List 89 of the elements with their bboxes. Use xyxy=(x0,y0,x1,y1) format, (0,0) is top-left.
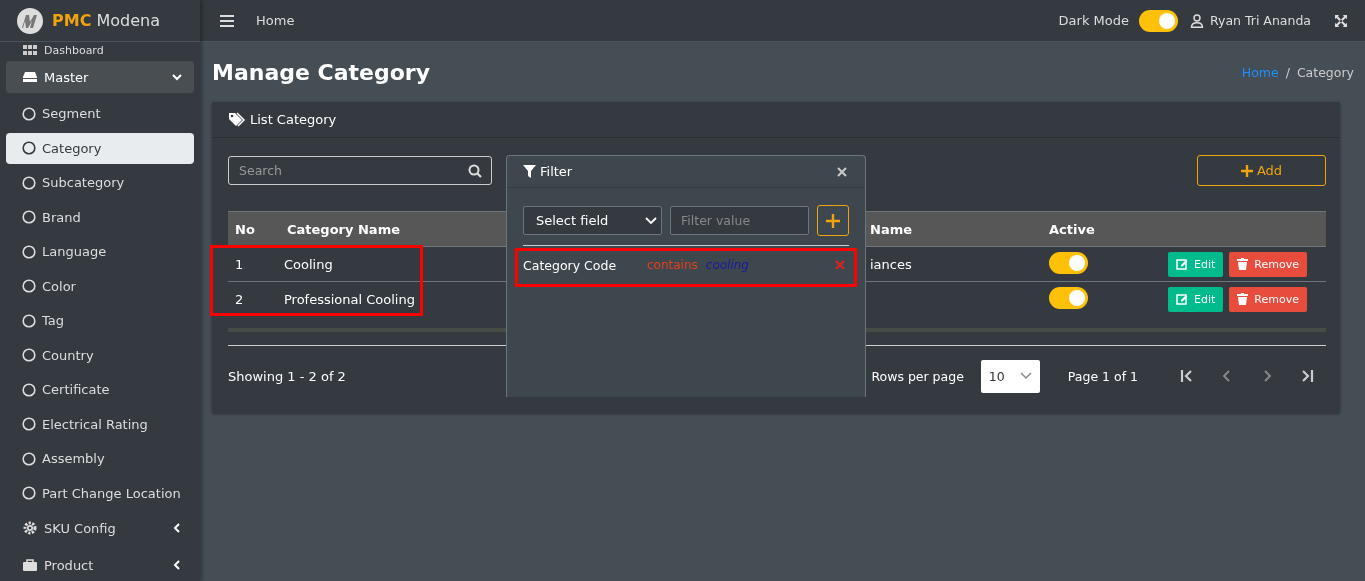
chevron-left-icon xyxy=(172,523,182,533)
nav-item[interactable]: Brand xyxy=(6,201,194,233)
nav-item[interactable]: Language xyxy=(6,236,194,267)
circle-icon xyxy=(22,175,36,190)
circle-icon xyxy=(22,451,36,466)
first-page-icon[interactable] xyxy=(1180,369,1194,383)
chevron-down-icon xyxy=(1019,372,1032,380)
nav-item[interactable]: Master xyxy=(6,61,194,93)
add-filter-button[interactable] xyxy=(817,205,849,236)
filter-icon xyxy=(523,165,536,178)
briefcase-icon xyxy=(22,557,38,573)
plus-icon xyxy=(1240,164,1253,177)
nav-item[interactable]: Tag xyxy=(6,305,194,336)
circle-icon xyxy=(22,486,36,500)
nav-item[interactable]: Part Change Location xyxy=(6,477,194,509)
trash-icon xyxy=(1237,258,1249,270)
table-cell-text: 2 xyxy=(234,291,245,307)
circle-icon xyxy=(22,417,36,431)
chevron-down-icon xyxy=(645,216,657,225)
rows-per-page-label: Rows per page xyxy=(871,368,964,384)
rows-per-page-select[interactable]: 10 xyxy=(980,359,1040,393)
page-title: Manage Category xyxy=(212,59,431,85)
brand-name: Modena xyxy=(96,11,160,30)
table-cell-text: Professional Cooling xyxy=(283,291,416,307)
toggle-switch[interactable] xyxy=(1049,286,1088,309)
drive-icon xyxy=(22,69,38,85)
close-icon[interactable] xyxy=(837,166,847,177)
table-cell-text: Cooling xyxy=(283,256,334,272)
nav-item[interactable]: Certificate xyxy=(6,374,194,405)
edit-icon xyxy=(1176,293,1188,305)
chevron-left-icon xyxy=(172,560,182,570)
menu-icon[interactable] xyxy=(220,14,234,27)
filter-value: cooling xyxy=(705,258,749,272)
home-link[interactable]: Home xyxy=(256,13,295,28)
field-select[interactable]: Select field xyxy=(523,206,662,235)
circle-icon xyxy=(22,313,36,328)
card-title: List Category xyxy=(250,112,337,127)
remove-button[interactable]: Remove xyxy=(1229,286,1307,312)
page-info: Page 1 of 1 xyxy=(1067,368,1138,384)
table-cell-text: iances xyxy=(870,256,913,272)
toggle-switch[interactable] xyxy=(1049,251,1088,274)
filter-field: Category Code xyxy=(523,257,647,273)
user-icon xyxy=(1190,13,1204,28)
nav-item[interactable]: Segment xyxy=(6,98,194,129)
trash-icon xyxy=(1237,293,1249,305)
nav-item[interactable]: SKU Config xyxy=(6,512,194,544)
circle-icon xyxy=(22,279,36,293)
dark-mode-label: Dark Mode xyxy=(1058,13,1129,28)
nav-item[interactable]: Dashboard xyxy=(6,42,194,58)
circle-icon xyxy=(22,210,36,224)
column-header: Category Name xyxy=(286,221,401,237)
circle-icon xyxy=(22,348,36,362)
gear-icon xyxy=(22,520,38,536)
breadcrumb-separator: / xyxy=(1285,64,1290,80)
edit-icon xyxy=(1176,258,1188,270)
column-header: Active xyxy=(1048,221,1096,237)
filter-title: Filter xyxy=(540,164,573,179)
remove-button[interactable]: Remove xyxy=(1229,251,1307,277)
filter-operator: contains xyxy=(647,258,698,272)
plus-icon xyxy=(826,213,840,228)
brand-name: PMC xyxy=(52,11,92,30)
last-page-icon[interactable] xyxy=(1300,369,1314,383)
toggle-switch[interactable] xyxy=(1139,9,1178,32)
grid-icon xyxy=(22,42,38,58)
nav-item[interactable]: Product xyxy=(6,549,194,581)
nav-item[interactable]: Subcategory xyxy=(6,167,194,198)
filter-value-field[interactable]: Filter value xyxy=(670,206,809,235)
nav-item[interactable]: Electrical Rating xyxy=(6,408,194,440)
fullscreen-icon[interactable] xyxy=(1335,14,1347,27)
logo-icon xyxy=(16,6,44,35)
tags-icon xyxy=(228,111,246,128)
showing-count: Showing 1 - 2 of 2 xyxy=(228,368,346,384)
circle-icon xyxy=(22,382,36,397)
table-cell-text: 1 xyxy=(234,256,245,272)
search-field[interactable]: Search xyxy=(228,156,492,185)
nav-item[interactable]: Country xyxy=(6,339,194,371)
column-header: No xyxy=(234,221,256,237)
nav-item[interactable]: Assembly xyxy=(6,443,194,474)
breadcrumb-current: Category xyxy=(1296,64,1354,80)
add-button[interactable]: Add xyxy=(1197,155,1326,186)
nav-item[interactable]: Color xyxy=(6,270,194,302)
circle-icon xyxy=(22,106,36,121)
search-icon xyxy=(468,164,482,178)
column-header: Name xyxy=(870,221,913,237)
circle-icon xyxy=(22,244,36,259)
user-menu[interactable]: Ryan Tri Ananda xyxy=(1190,13,1311,28)
nav-item[interactable]: Category xyxy=(6,132,194,164)
chevron-down-icon xyxy=(172,72,182,82)
circle-icon xyxy=(22,141,36,155)
